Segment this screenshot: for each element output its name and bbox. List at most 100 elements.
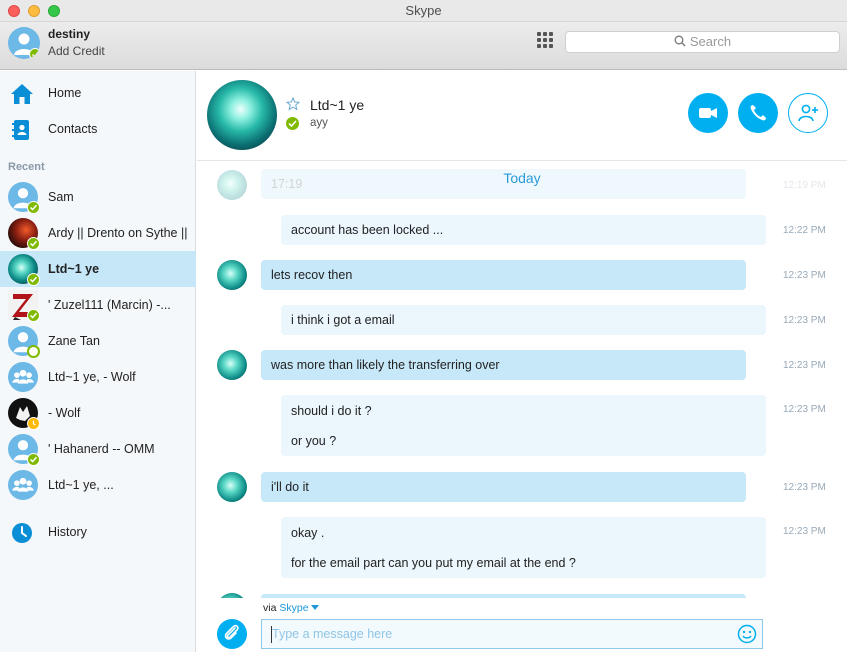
online-status-icon — [27, 309, 40, 322]
contact-row[interactable]: Sam — [0, 179, 196, 215]
zoom-window-button[interactable] — [48, 5, 60, 17]
message-text: okay . — [291, 526, 325, 540]
conversation-name: Ltd~1 ye — [310, 97, 365, 113]
message-timestamp: 12:23 PM — [783, 270, 826, 281]
contact-row[interactable]: Ltd~1 ye, ... — [0, 467, 196, 503]
sidebar-item-home[interactable]: Home — [0, 77, 196, 111]
message-text: i'll do it — [271, 480, 309, 494]
contact-name: Ltd~1 ye — [48, 262, 100, 276]
online-status-icon — [27, 201, 40, 214]
group-icon — [12, 477, 34, 492]
message-timestamp: 12:23 PM — [783, 526, 826, 537]
message-avatar — [217, 260, 247, 290]
online-status-icon — [286, 117, 299, 130]
profile-name[interactable]: destiny — [48, 27, 90, 41]
offline-status-icon — [27, 345, 40, 358]
audio-call-button[interactable] — [738, 93, 778, 133]
close-window-button[interactable] — [8, 5, 20, 17]
message-bubble-outgoing: i think i got a email — [281, 305, 766, 335]
message-timestamp: 12:23 PM — [783, 360, 826, 371]
contact-name: ' Hahanerd -- OMM — [48, 442, 155, 456]
contact-name: - Wolf — [48, 406, 81, 420]
message-timestamp: 12:23 PM — [783, 404, 826, 415]
online-status-icon — [27, 453, 40, 466]
message-bubble-outgoing: should i do it ? or you ? — [281, 395, 766, 456]
message-bubble-outgoing: account has been locked ... — [281, 215, 766, 245]
message-timestamp: 12:22 PM — [783, 225, 826, 236]
phone-icon — [750, 105, 766, 121]
add-credit-link[interactable]: Add Credit — [48, 44, 105, 58]
attach-file-button[interactable] — [217, 619, 247, 649]
message-text: or you ? — [291, 434, 337, 448]
message-text: should i do it ? — [291, 404, 372, 418]
conversation-mood: ayy — [310, 117, 328, 129]
avatar — [8, 362, 38, 392]
avatar — [8, 218, 40, 250]
avatar — [8, 470, 38, 500]
video-camera-icon — [699, 108, 717, 118]
message-text: lets recov then — [271, 268, 353, 282]
contact-row[interactable]: Ardy || Drento on Sythe || — [0, 215, 196, 251]
sidebar-item-contacts[interactable]: Contacts — [0, 113, 196, 147]
message-text: account has been locked ... — [291, 223, 444, 237]
title-bar: Skype — [0, 0, 847, 22]
add-person-icon — [798, 104, 818, 122]
contacts-book-icon — [12, 120, 29, 140]
via-service-selector[interactable]: via Skype — [263, 602, 320, 614]
contact-row-selected[interactable]: Ltd~1 ye — [0, 251, 196, 287]
contact-row[interactable]: Ltd~1 ye, - Wolf — [0, 359, 196, 395]
via-service-link[interactable]: Skype — [279, 602, 308, 614]
message-list[interactable]: 17:19 12:19 PM Today account has been lo… — [197, 161, 847, 598]
avatar — [8, 182, 40, 214]
text-caret — [271, 626, 272, 643]
via-prefix: via — [263, 602, 277, 614]
message-text: i think i got a email — [291, 313, 395, 327]
message-text: for the email part can you put my email … — [291, 556, 576, 570]
message-timestamp: 12:23 PM — [783, 315, 826, 326]
sidebar-item-label: Contacts — [48, 122, 98, 136]
search-input[interactable]: Search — [565, 31, 840, 53]
contact-row[interactable]: ' Hahanerd -- OMM — [0, 431, 196, 467]
message-text: was more than likely the transferring ov… — [271, 358, 500, 372]
favorite-star-icon[interactable] — [286, 97, 300, 111]
contact-row[interactable]: - Wolf — [0, 395, 196, 431]
message-avatar — [217, 472, 247, 502]
video-call-button[interactable] — [688, 93, 728, 133]
message-avatar — [217, 350, 247, 380]
sidebar: Home Contacts Recent Sam Ardy || Drento … — [0, 71, 196, 652]
online-status-icon — [27, 237, 40, 250]
contact-name: Sam — [48, 190, 74, 204]
contact-row[interactable]: ' Zuzel111 (Marcin) -... — [0, 287, 196, 323]
contact-name: Ltd~1 ye, ... — [48, 478, 114, 492]
date-separator: Today — [503, 170, 541, 186]
avatar — [8, 290, 40, 322]
contact-name: ' Zuzel111 (Marcin) -... — [48, 298, 171, 312]
avatar — [8, 326, 40, 358]
sidebar-item-label: Home — [48, 86, 82, 100]
avatar — [8, 254, 40, 286]
avatar — [8, 434, 40, 466]
top-toolbar: destiny Add Credit Search — [0, 22, 847, 70]
emoticon-icon[interactable] — [737, 624, 757, 644]
message-bubble-incoming: i'll do it — [261, 472, 746, 502]
dialpad-icon[interactable] — [537, 32, 553, 48]
recent-section-label: Recent — [8, 161, 45, 173]
message-input-placeholder: Type a message here — [272, 627, 393, 641]
contact-name: Zane Tan — [48, 334, 100, 348]
online-status-icon — [27, 273, 40, 286]
sidebar-item-label: History — [48, 525, 87, 539]
clock-icon — [12, 523, 32, 543]
conversation-avatar[interactable] — [207, 80, 277, 150]
contact-name: Ardy || Drento on Sythe || — [48, 226, 188, 240]
contact-row[interactable]: Zane Tan — [0, 323, 196, 359]
group-icon — [12, 369, 34, 384]
message-input[interactable]: Type a message here — [261, 619, 763, 649]
search-icon — [674, 35, 686, 47]
paperclip-icon — [224, 624, 239, 640]
minimize-window-button[interactable] — [28, 5, 40, 17]
window-title: Skype — [405, 3, 442, 18]
conversation-header: Ltd~1 ye ayy — [197, 71, 847, 161]
profile-avatar[interactable] — [8, 27, 40, 59]
add-participant-button[interactable] — [788, 93, 828, 133]
sidebar-item-history[interactable]: History — [0, 516, 196, 550]
